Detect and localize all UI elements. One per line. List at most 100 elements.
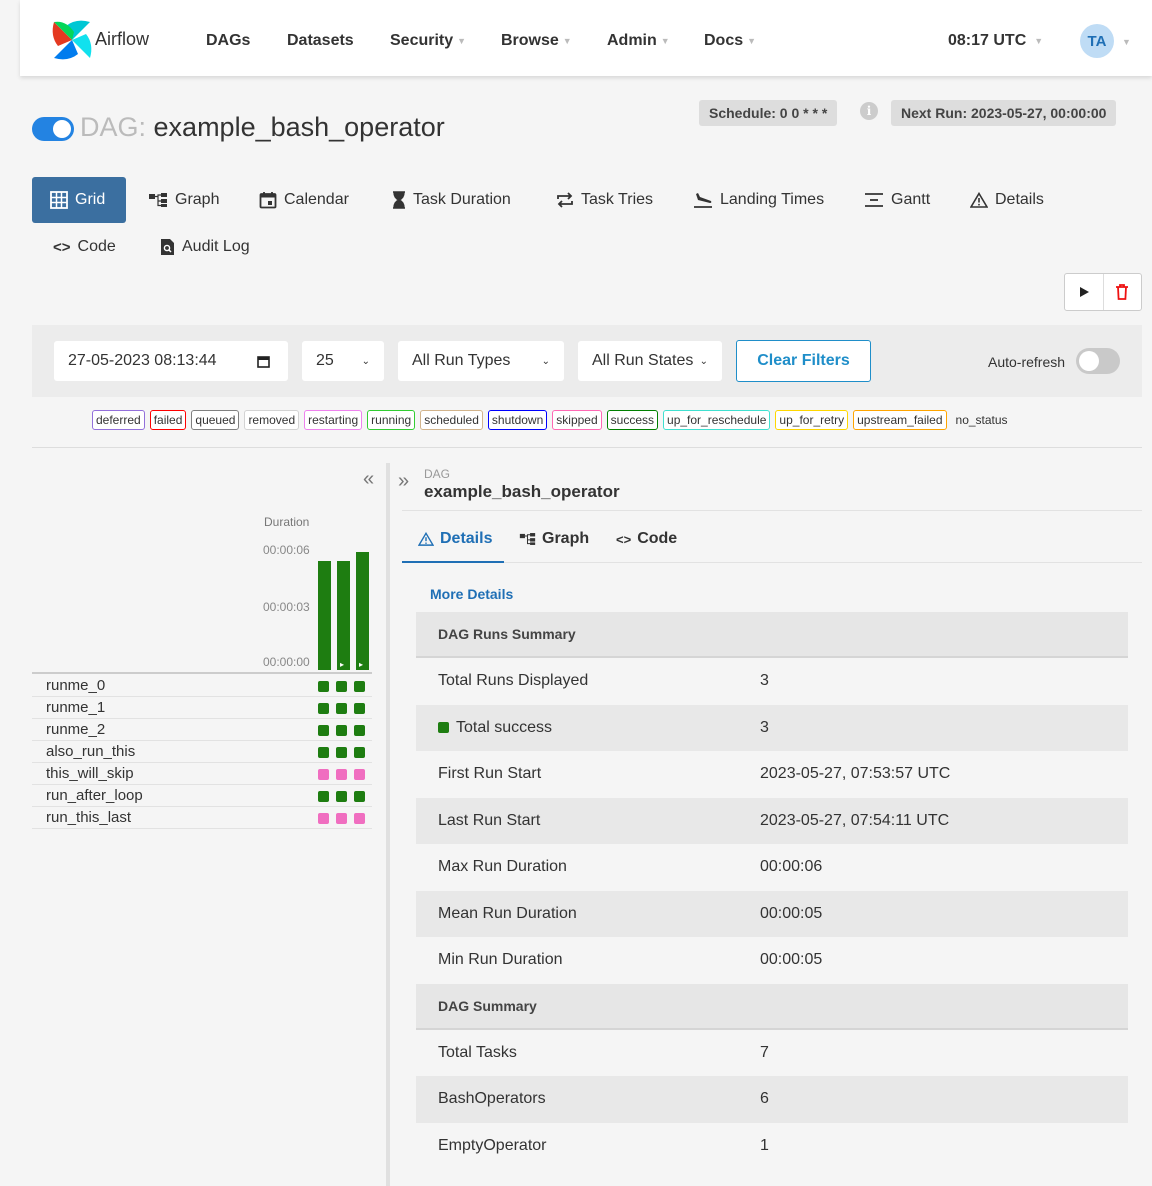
user-avatar[interactable]: TA xyxy=(1080,24,1114,58)
tab-graph[interactable]: Graph xyxy=(148,177,219,223)
airflow-logo-icon[interactable] xyxy=(48,16,96,64)
info-icon[interactable]: i xyxy=(860,102,878,120)
task-instance-success[interactable] xyxy=(336,747,347,758)
task-instance-success[interactable] xyxy=(354,747,365,758)
task-instance-success[interactable] xyxy=(336,791,347,802)
tab-details[interactable]: Details xyxy=(970,177,1044,223)
task-name[interactable]: this_will_skip xyxy=(46,765,134,782)
repeat-icon xyxy=(557,192,573,208)
tab-grid[interactable]: Grid xyxy=(32,177,126,223)
task-row[interactable]: runme_1 xyxy=(32,697,372,719)
legend-up-for-retry[interactable]: up_for_retry xyxy=(775,410,849,430)
task-instance-success[interactable] xyxy=(318,725,329,736)
trigger-dag-button[interactable] xyxy=(1065,274,1103,310)
delete-dag-button[interactable] xyxy=(1102,274,1142,310)
row-label-text: BashOperators xyxy=(438,1090,546,1108)
legend-deferred[interactable]: deferred xyxy=(92,410,145,430)
nav-datasets[interactable]: Datasets xyxy=(287,32,354,50)
task-instance-success[interactable] xyxy=(354,681,365,692)
details-tab-code[interactable]: <> Code xyxy=(616,530,677,548)
task-name[interactable]: run_after_loop xyxy=(46,787,143,804)
tab-audit-log[interactable]: Audit Log xyxy=(160,224,250,270)
legend-removed[interactable]: removed xyxy=(244,410,300,430)
task-name[interactable]: also_run_this xyxy=(46,743,135,760)
brand-name[interactable]: Airflow xyxy=(95,29,149,50)
row-label-text: Total success xyxy=(456,718,553,736)
legend-restarting[interactable]: restarting xyxy=(304,410,363,430)
task-instance-success[interactable] xyxy=(318,791,329,802)
task-instance-success[interactable] xyxy=(318,703,329,714)
task-instance-success[interactable] xyxy=(354,703,365,714)
calendar-icon[interactable] xyxy=(257,355,270,368)
task-instance-success[interactable] xyxy=(336,725,347,736)
expand-details-icon[interactable]: » xyxy=(398,470,409,493)
table-row: First Run Start 2023-05-27, 07:53:57 UTC xyxy=(416,751,1128,798)
task-instance-success[interactable] xyxy=(318,747,329,758)
legend-failed[interactable]: failed xyxy=(149,410,187,430)
chevron-down-icon[interactable]: ▼ xyxy=(1122,37,1131,47)
utc-clock[interactable]: 08:17 UTC ▼ xyxy=(948,32,1043,50)
task-instance-skipped[interactable] xyxy=(336,813,347,824)
run-duration-bar[interactable]: ▸ xyxy=(356,552,369,670)
run-type-select[interactable]: All Run Types ⌄ xyxy=(398,341,564,381)
task-instance-skipped[interactable] xyxy=(318,813,329,824)
tab-landing-times[interactable]: Landing Times xyxy=(693,177,824,223)
legend-success[interactable]: success xyxy=(606,410,659,430)
auto-refresh-toggle[interactable] xyxy=(1076,348,1120,374)
task-instance-skipped[interactable] xyxy=(354,769,365,780)
tab-calendar[interactable]: Calendar xyxy=(259,177,349,223)
nav-browse[interactable]: Browse ▼ xyxy=(501,32,572,50)
task-name[interactable]: runme_0 xyxy=(46,677,105,694)
task-instance-skipped[interactable] xyxy=(336,769,347,780)
nav-security[interactable]: Security ▼ xyxy=(390,32,466,50)
tab-task-duration[interactable]: Task Duration xyxy=(392,177,511,223)
task-row[interactable]: also_run_this xyxy=(32,741,372,763)
legend-shutdown[interactable]: shutdown xyxy=(487,410,548,430)
details-tab-details[interactable]: Details xyxy=(418,530,492,548)
clear-filters-button[interactable]: Clear Filters xyxy=(736,340,871,382)
num-runs-select[interactable]: 25 ⌄ xyxy=(302,341,384,381)
run-duration-bar[interactable] xyxy=(318,561,331,670)
row-value: 3 xyxy=(760,672,769,690)
more-details-link[interactable]: More Details xyxy=(430,586,513,602)
task-row[interactable]: run_after_loop xyxy=(32,785,372,807)
panel-resize-handle[interactable] xyxy=(386,463,390,1186)
tab-task-tries[interactable]: Task Tries xyxy=(556,177,653,223)
run-state-select[interactable]: All Run States ⌄ xyxy=(578,341,722,381)
task-row[interactable]: runme_0 xyxy=(32,675,372,697)
dag-pause-toggle[interactable] xyxy=(32,117,74,141)
task-instance-success[interactable] xyxy=(318,681,329,692)
details-tab-graph[interactable]: Graph xyxy=(519,530,589,548)
task-instance-success[interactable] xyxy=(354,725,365,736)
nav-docs[interactable]: Docs ▼ xyxy=(704,32,756,50)
task-row[interactable]: run_this_last xyxy=(32,807,372,829)
run-duration-bar[interactable]: ▸ xyxy=(337,561,350,670)
collapse-grid-icon[interactable]: « xyxy=(363,468,374,491)
tab-gantt[interactable]: Gantt xyxy=(864,177,930,223)
filter-bar: 27-05-2023 08:13:44 25 ⌄ All Run Types ⌄… xyxy=(32,325,1142,397)
legend-skipped[interactable]: skipped xyxy=(552,410,602,430)
task-instance-success[interactable] xyxy=(336,681,347,692)
base-date-input[interactable]: 27-05-2023 08:13:44 xyxy=(54,341,288,381)
top-navbar: Airflow DAGs Datasets Security ▼ Browse ▼ … xyxy=(20,0,1152,76)
task-instance-success[interactable] xyxy=(354,791,365,802)
legend-no-status[interactable]: no_status xyxy=(952,410,1012,430)
task-row[interactable]: runme_2 xyxy=(32,719,372,741)
nav-admin[interactable]: Admin ▼ xyxy=(607,32,670,50)
task-name[interactable]: runme_2 xyxy=(46,721,105,738)
task-name[interactable]: run_this_last xyxy=(46,809,131,826)
nav-dags[interactable]: DAGs xyxy=(206,32,250,50)
legend-up-for-reschedule[interactable]: up_for_reschedule xyxy=(663,410,771,430)
task-name[interactable]: runme_1 xyxy=(46,699,105,716)
details-dag-id: example_bash_operator xyxy=(424,482,620,501)
task-instance-skipped[interactable] xyxy=(354,813,365,824)
legend-queued[interactable]: queued xyxy=(191,410,240,430)
legend-running[interactable]: running xyxy=(367,410,416,430)
legend-scheduled[interactable]: scheduled xyxy=(420,410,483,430)
task-row[interactable]: this_will_skip xyxy=(32,763,372,785)
tab-code[interactable]: <> Code xyxy=(53,224,116,270)
legend-upstream-failed[interactable]: upstream_failed xyxy=(853,410,947,430)
row-value: 6 xyxy=(760,1090,769,1108)
task-instance-skipped[interactable] xyxy=(318,769,329,780)
task-instance-success[interactable] xyxy=(336,703,347,714)
